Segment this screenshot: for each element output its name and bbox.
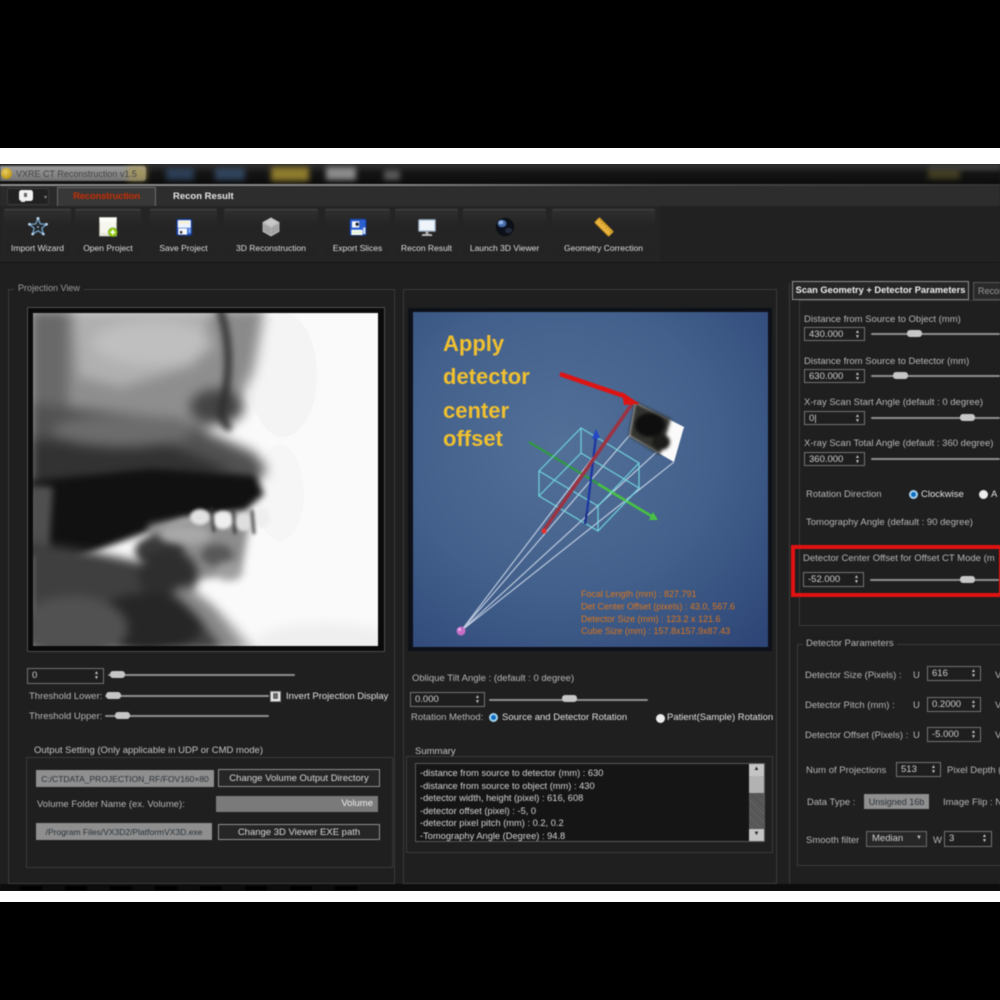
svg-text:Cube Size (mm) : 157.8x157.9x8: Cube Size (mm) : 157.8x157.9x87.43 (581, 626, 730, 636)
svg-text:center: center (443, 398, 509, 423)
svg-text:Detector Size (mm) : 123.2 x 1: Detector Size (mm) : 123.2 x 121.6 (581, 614, 721, 624)
svg-text:detector: detector (443, 364, 530, 389)
svg-text:offset: offset (443, 426, 504, 451)
svg-text:Det Center Offset (pixels) : 4: Det Center Offset (pixels) : 43.0, 567.6 (581, 601, 735, 611)
svg-text:Focal Length (mm) : 827.791: Focal Length (mm) : 827.791 (581, 589, 697, 599)
svg-text:Apply: Apply (443, 331, 505, 356)
